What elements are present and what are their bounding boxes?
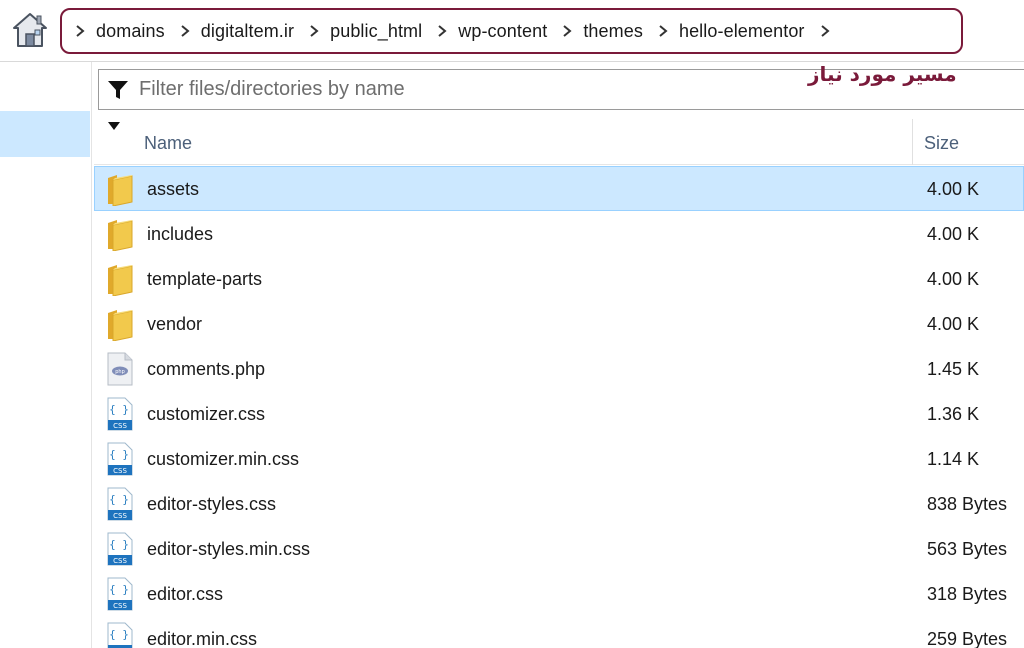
breadcrumb-separator-icon[interactable] xyxy=(70,21,90,41)
css-file-icon: { } CSS xyxy=(105,487,135,521)
file-size: 259 Bytes xyxy=(927,629,1008,648)
column-name[interactable]: Name xyxy=(144,133,192,154)
breadcrumb-separator-icon[interactable] xyxy=(653,21,673,41)
folder-icon xyxy=(105,262,135,297)
file-name: comments.php xyxy=(147,359,266,379)
breadcrumb-separator-icon[interactable] xyxy=(815,21,835,41)
home-icon xyxy=(13,13,47,47)
file-size: 1.45 K xyxy=(927,359,980,379)
svg-text:{ }: { } xyxy=(109,448,129,461)
navigation-pane xyxy=(0,62,92,648)
file-size: 1.14 K xyxy=(927,449,980,469)
file-name: editor-styles.min.css xyxy=(147,539,311,559)
sort-arrow-icon[interactable] xyxy=(106,119,122,133)
file-size: 838 Bytes xyxy=(927,494,1008,514)
php-file-icon: php xyxy=(105,352,135,386)
svg-text:php: php xyxy=(115,369,125,375)
column-divider[interactable] xyxy=(912,119,913,165)
file-row[interactable]: php comments.php 1.45 K xyxy=(94,346,1024,391)
svg-text:{ }: { } xyxy=(109,403,129,416)
address-bar: domains digitaltem.ir public_html wp-conten… xyxy=(0,0,1024,62)
file-name: template-parts xyxy=(147,269,263,289)
breadcrumb-item[interactable]: wp-content xyxy=(458,21,547,42)
file-name: customizer.css xyxy=(147,404,266,424)
nav-selected-item[interactable] xyxy=(0,111,90,157)
css-file-icon: { } CSS xyxy=(105,397,135,431)
css-file-icon: { } CSS xyxy=(105,442,135,476)
file-row[interactable]: { } CSS customizer.css 1.36 K xyxy=(94,391,1024,436)
breadcrumb-item[interactable]: hello-elementor xyxy=(679,21,805,42)
svg-text:{ }: { } xyxy=(109,628,129,641)
column-size[interactable]: Size xyxy=(924,133,959,154)
file-name: vendor xyxy=(147,314,203,334)
breadcrumb-separator-icon[interactable] xyxy=(432,21,452,41)
column-header: Name Size xyxy=(94,119,1024,165)
file-row[interactable]: vendor 4.00 K xyxy=(94,301,1024,346)
svg-text:CSS: CSS xyxy=(113,422,127,430)
breadcrumb-item[interactable]: themes xyxy=(583,21,643,42)
file-row[interactable]: { } CSS editor.css 318 Bytes xyxy=(94,571,1024,616)
file-name: editor-styles.css xyxy=(147,494,277,514)
file-row[interactable]: { } CSS editor-styles.min.css 563 Bytes xyxy=(94,526,1024,571)
folder-icon xyxy=(105,172,135,207)
svg-text:CSS: CSS xyxy=(113,602,127,610)
file-size: 563 Bytes xyxy=(927,539,1008,559)
breadcrumb-separator-icon[interactable] xyxy=(557,21,577,41)
file-name: editor.min.css xyxy=(147,629,258,648)
breadcrumb-item[interactable]: public_html xyxy=(330,21,422,42)
file-size: 4.00 K xyxy=(927,224,980,244)
file-list: assets 4.00 Kincludes 4.00 Ktemplate-parts… xyxy=(94,166,1024,648)
file-size: 4.00 K xyxy=(927,269,980,289)
css-file-icon: { } CSS xyxy=(105,577,135,611)
svg-text:CSS: CSS xyxy=(113,512,127,520)
home-button[interactable] xyxy=(10,10,50,50)
svg-text:CSS: CSS xyxy=(113,467,127,475)
file-name: customizer.min.css xyxy=(147,449,300,469)
filter-icon xyxy=(108,80,128,99)
filter-input[interactable] xyxy=(139,78,739,101)
breadcrumb-separator-icon[interactable] xyxy=(175,21,195,41)
file-row[interactable]: includes 4.00 K xyxy=(94,211,1024,256)
file-row[interactable]: assets 4.00 K xyxy=(94,166,1024,211)
file-size: 4.00 K xyxy=(927,179,980,199)
breadcrumb-item[interactable]: domains xyxy=(96,21,165,42)
file-size: 318 Bytes xyxy=(927,584,1008,604)
file-row[interactable]: { } CSS editor-styles.css 838 Bytes xyxy=(94,481,1024,526)
svg-text:{ }: { } xyxy=(109,493,129,506)
folder-icon xyxy=(105,307,135,342)
file-row[interactable]: template-parts 4.00 K xyxy=(94,256,1024,301)
svg-text:CSS: CSS xyxy=(113,557,127,565)
svg-text:{ }: { } xyxy=(109,538,129,551)
file-row[interactable]: { } CSS customizer.min.css 1.14 K xyxy=(94,436,1024,481)
file-name: includes xyxy=(147,224,214,244)
file-name: editor.css xyxy=(147,584,224,604)
breadcrumb-item[interactable]: digitaltem.ir xyxy=(201,21,294,42)
path-annotation: مسیر مورد نیاز xyxy=(808,62,957,86)
file-size: 4.00 K xyxy=(927,314,980,334)
css-file-icon: { }CSS xyxy=(105,622,135,648)
folder-icon xyxy=(105,217,135,252)
file-name: assets xyxy=(147,179,200,199)
breadcrumb-separator-icon[interactable] xyxy=(304,21,324,41)
breadcrumb: domains digitaltem.ir public_html wp-conten… xyxy=(60,8,963,54)
file-size: 1.36 K xyxy=(927,404,980,424)
css-file-icon: { } CSS xyxy=(105,532,135,566)
file-row[interactable]: { }CSS editor.min.css 259 Bytes xyxy=(94,616,1024,648)
svg-text:{ }: { } xyxy=(109,583,129,596)
